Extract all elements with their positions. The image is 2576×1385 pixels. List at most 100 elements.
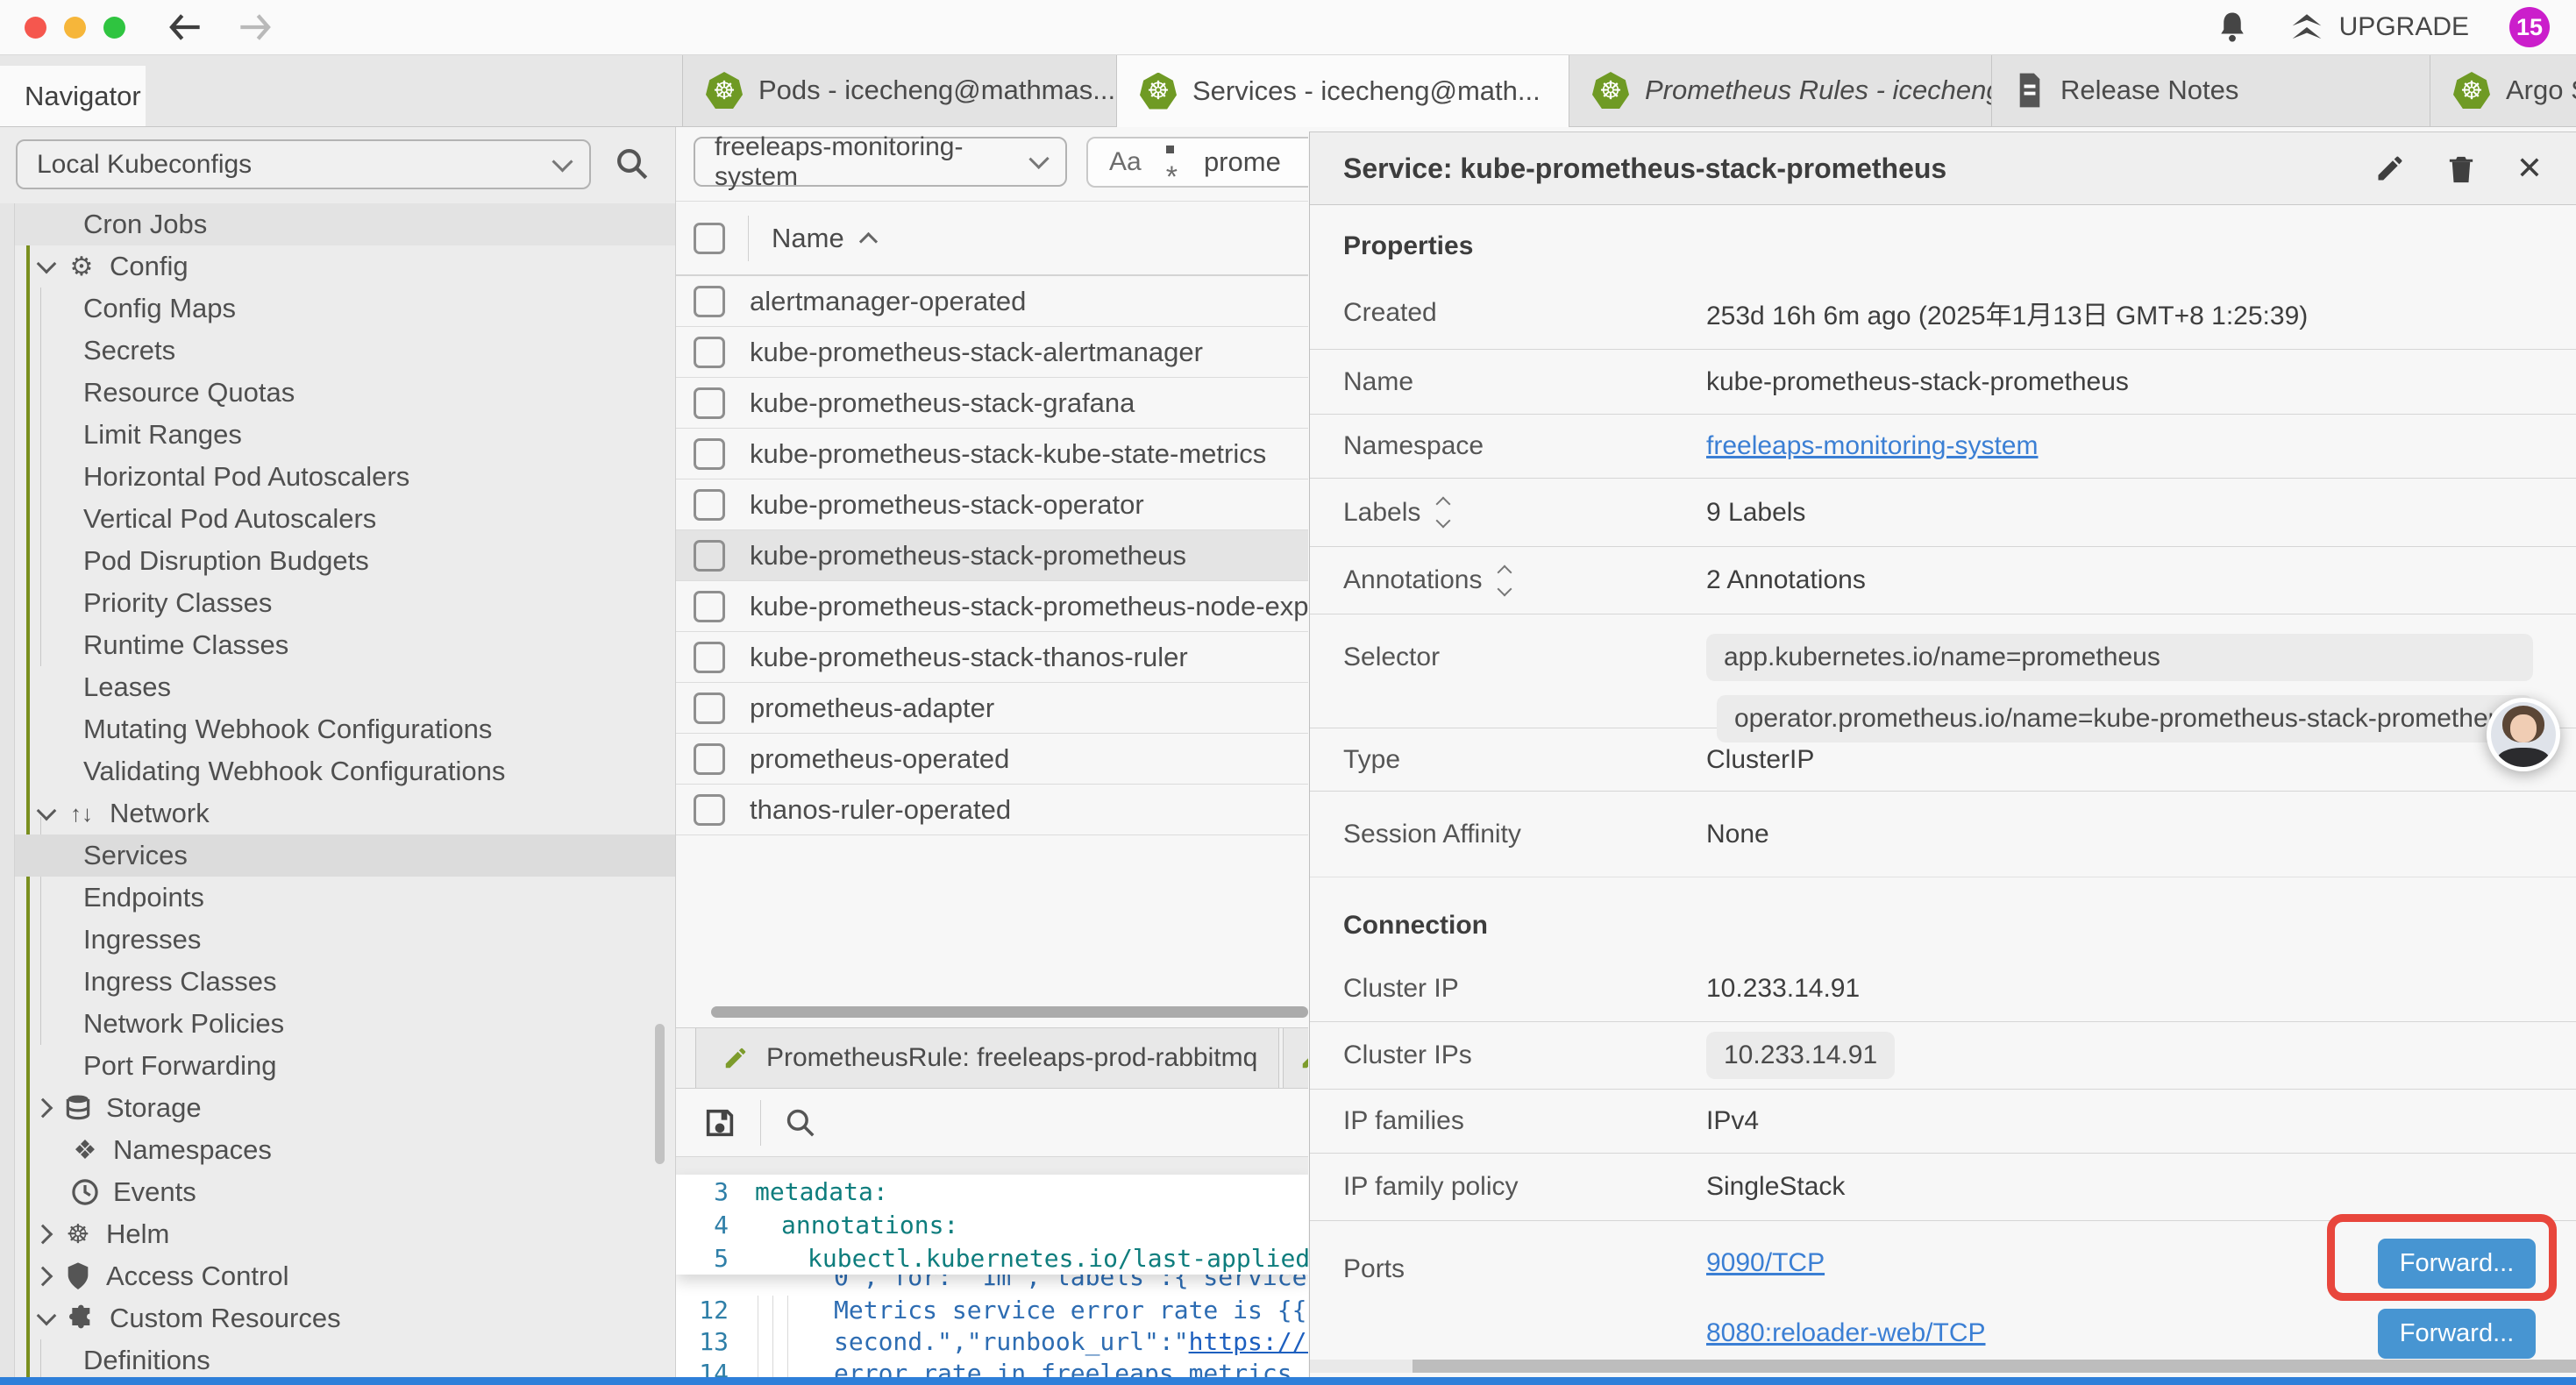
table-row[interactable]: kube-prometheus-stack-thanos-ruler <box>676 632 1308 683</box>
minimize-window-button[interactable] <box>64 17 86 39</box>
namespace-selector[interactable]: freeleaps-monitoring-system <box>694 137 1067 187</box>
sidebar-item-horizontal-pod-autoscalers[interactable]: Horizontal Pod Autoscalers <box>15 456 675 498</box>
labels-count[interactable]: 9 Labels <box>1706 498 1805 528</box>
sidebar-item-services[interactable]: Services <box>15 835 675 877</box>
delete-trash-icon[interactable] <box>2446 152 2476 185</box>
sidebar-item-access-control[interactable]: Access Control <box>15 1255 675 1297</box>
table-row[interactable]: kube-prometheus-stack-alertmanager <box>676 327 1308 378</box>
sidebar-item-limit-ranges[interactable]: Limit Ranges <box>15 414 675 456</box>
editor-search-icon[interactable] <box>784 1106 817 1140</box>
helm-icon: ☸ <box>61 1218 95 1251</box>
table-row-selected[interactable]: kube-prometheus-stack-prometheus <box>676 530 1308 581</box>
tab-services[interactable]: ☸ Services - icecheng@math... × <box>1117 54 1569 127</box>
sidebar-item-ingress-classes[interactable]: Ingress Classes <box>15 961 675 1003</box>
search-icon[interactable] <box>614 146 651 182</box>
sidebar-item-config-maps[interactable]: Config Maps <box>15 288 675 330</box>
regex-icon[interactable]: * <box>1166 131 1178 195</box>
table-row[interactable]: kube-prometheus-stack-prometheus-node-ex… <box>676 581 1308 632</box>
tab-pods[interactable]: ☸ Pods - icecheng@mathmas... <box>682 54 1117 126</box>
match-case-icon[interactable]: Aa <box>1109 147 1142 177</box>
editor-tab-prometheusrule[interactable]: PrometheusRule: freeleaps-prod-rabbitmq <box>695 1028 1279 1088</box>
row-checkbox[interactable] <box>694 642 725 673</box>
sidebar-item-namespaces[interactable]: ❖Namespaces <box>15 1129 675 1171</box>
tab-release-notes[interactable]: Release Notes <box>1992 54 2430 126</box>
sidebar-item-vertical-pod-autoscalers[interactable]: Vertical Pod Autoscalers <box>15 498 675 540</box>
tab-argo[interactable]: ☸ Argo Se <box>2430 54 2576 126</box>
detail-scrollbar[interactable] <box>1413 1360 2576 1373</box>
kubernetes-icon: ☸ <box>2453 72 2490 109</box>
table-row[interactable]: kube-prometheus-stack-kube-state-metrics <box>676 429 1308 479</box>
row-checkbox[interactable] <box>694 286 725 317</box>
table-row[interactable]: prometheus-operated <box>676 734 1308 785</box>
editor-tab-bar: PrometheusRule: freeleaps-prod-rabbitmq <box>676 1027 1308 1089</box>
notification-count-badge[interactable]: 15 <box>2509 7 2550 47</box>
port-8080-link[interactable]: 8080:reloader-web/TCP <box>1706 1318 1986 1348</box>
yaml-editor[interactable]: 3metadata: 4annotations: 5kubectl.kubern… <box>676 1175 1308 1385</box>
close-panel-icon[interactable]: ✕ <box>2516 150 2543 187</box>
sidebar-item-resource-quotas[interactable]: Resource Quotas <box>15 372 675 414</box>
services-table: alertmanager-operated kube-prometheus-st… <box>676 276 1308 835</box>
sidebar-item-secrets[interactable]: Secrets <box>15 330 675 372</box>
row-checkbox[interactable] <box>694 794 725 826</box>
upgrade-button[interactable]: UPGRADE <box>2288 11 2469 43</box>
sidebar-item-custom-resources[interactable]: Custom Resources <box>15 1297 675 1339</box>
editor-tab-next[interactable] <box>1283 1028 1308 1088</box>
expand-collapse-icon[interactable] <box>1499 567 1510 594</box>
close-window-button[interactable] <box>25 17 46 39</box>
sidebar-item-priority-classes[interactable]: Priority Classes <box>15 582 675 624</box>
horizontal-scrollbar[interactable] <box>711 1006 1308 1018</box>
sidebar-item-mutating-webhook-configurations[interactable]: Mutating Webhook Configurations <box>15 708 675 750</box>
sidebar-item-events[interactable]: Events <box>15 1171 675 1213</box>
sidebar-item-runtime-classes[interactable]: Runtime Classes <box>15 624 675 666</box>
save-icon[interactable] <box>702 1105 737 1140</box>
forward-button-8080[interactable]: Forward... <box>2378 1309 2536 1359</box>
row-checkbox[interactable] <box>694 692 725 724</box>
table-row[interactable]: kube-prometheus-stack-grafana <box>676 378 1308 429</box>
sidebar-item-cron-jobs[interactable]: Cron Jobs <box>15 203 675 245</box>
row-checkbox[interactable] <box>694 438 725 470</box>
sidebar-item-validating-webhook-configurations[interactable]: Validating Webhook Configurations <box>15 750 675 792</box>
row-checkbox[interactable] <box>694 591 725 622</box>
runbook-url-link[interactable]: https://net <box>1189 1327 1308 1356</box>
navigator-panel-tab[interactable]: Navigator <box>0 66 146 126</box>
sidebar-item-helm[interactable]: ☸Helm <box>15 1213 675 1255</box>
table-row[interactable]: prometheus-adapter <box>676 683 1308 734</box>
annotations-count[interactable]: 2 Annotations <box>1706 565 1866 595</box>
row-checkbox[interactable] <box>694 489 725 521</box>
maximize-window-button[interactable] <box>103 17 125 39</box>
sidebar-scrollbar[interactable] <box>655 1024 665 1164</box>
filter-search-box[interactable]: Aa * <box>1086 137 1308 188</box>
table-row[interactable]: alertmanager-operated <box>676 276 1308 327</box>
editor-sticky-context: 3metadata: 4annotations: 5kubectl.kubern… <box>676 1175 1308 1275</box>
sidebar-item-pod-disruption-budgets[interactable]: Pod Disruption Budgets <box>15 540 675 582</box>
select-all-checkbox[interactable] <box>694 223 725 254</box>
sidebar-item-port-forwarding[interactable]: Port Forwarding <box>15 1045 675 1087</box>
sidebar-item-leases[interactable]: Leases <box>15 666 675 708</box>
filter-search-input[interactable] <box>1202 146 1308 179</box>
user-avatar[interactable] <box>2487 698 2560 771</box>
sidebar-item-network-policies[interactable]: Network Policies <box>15 1003 675 1045</box>
row-checkbox[interactable] <box>694 337 725 368</box>
row-checkbox[interactable] <box>694 387 725 419</box>
notifications-bell-icon[interactable] <box>2217 10 2248 45</box>
port-9090-link[interactable]: 9090/TCP <box>1706 1248 1825 1278</box>
kubeconfig-selector[interactable]: Local Kubeconfigs <box>16 139 591 189</box>
row-checkbox[interactable] <box>694 743 725 775</box>
row-checkbox[interactable] <box>694 540 725 572</box>
sidebar-item-ingresses[interactable]: Ingresses <box>15 919 675 961</box>
sidebar-item-network[interactable]: ↑↓Network <box>15 792 675 835</box>
forward-icon[interactable] <box>238 12 273 42</box>
table-row[interactable]: kube-prometheus-stack-operator <box>676 479 1308 530</box>
property-row-namespace: Namespace freeleaps-monitoring-system <box>1310 415 2576 479</box>
sidebar-item-definitions[interactable]: Definitions <box>15 1339 675 1381</box>
expand-collapse-icon[interactable] <box>1438 499 1448 526</box>
column-header-name[interactable]: Name <box>772 223 875 254</box>
tab-prometheus-rules[interactable]: ☸ Prometheus Rules - icecheng... <box>1569 54 1992 126</box>
table-row[interactable]: thanos-ruler-operated <box>676 785 1308 835</box>
edit-pencil-icon[interactable] <box>2374 153 2406 184</box>
sidebar-item-endpoints[interactable]: Endpoints <box>15 877 675 919</box>
namespace-link[interactable]: freeleaps-monitoring-system <box>1706 431 2038 461</box>
back-icon[interactable] <box>167 12 203 42</box>
sidebar-item-config[interactable]: ⚙Config <box>15 245 675 288</box>
sidebar-item-storage[interactable]: Storage <box>15 1087 675 1129</box>
